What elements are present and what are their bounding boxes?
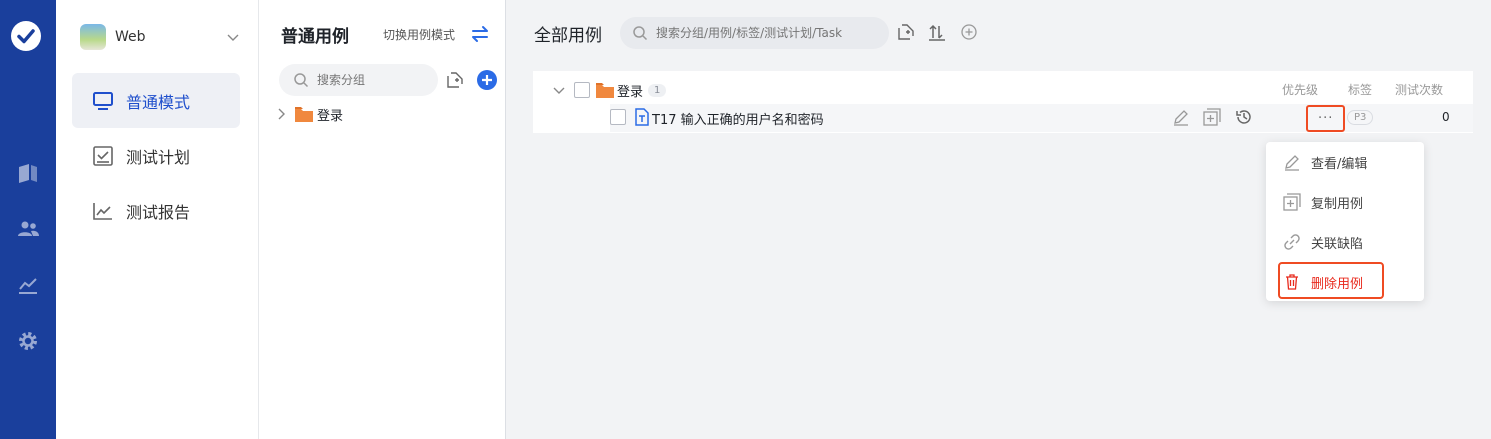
group-search-input[interactable] <box>317 73 427 87</box>
members-rail-icon[interactable] <box>16 217 40 241</box>
nav-item-test-plan[interactable]: 测试计划 <box>72 128 240 183</box>
search-icon <box>633 26 648 41</box>
checklist-icon <box>93 145 113 166</box>
trash-icon <box>1286 274 1298 290</box>
column-header-priority[interactable]: 优先级 <box>1282 81 1318 98</box>
nav-item-label: 测试计划 <box>126 147 191 167</box>
case-actions-menu: 查看/编辑 复制用例 关联缺陷 删除用例 <box>1266 142 1424 301</box>
nav-item-test-report[interactable]: 测试报告 <box>72 183 240 238</box>
case-search-input[interactable] <box>656 26 876 40</box>
more-dots-icon: ··· <box>1318 111 1334 126</box>
check-logo-icon <box>17 29 35 44</box>
project-avatar <box>80 24 106 50</box>
case-search-box[interactable] <box>620 17 889 49</box>
menu-item-delete-case[interactable]: 删除用例 <box>1266 264 1424 300</box>
folder-icon <box>596 82 614 98</box>
project-name: Web <box>115 29 146 45</box>
swap-icon[interactable] <box>470 24 490 44</box>
pencil-icon <box>1285 155 1299 171</box>
case-row[interactable]: T17 输入正确的用户名和密码 ··· P3 0 <box>610 104 1473 132</box>
menu-item-label: 复制用例 <box>1311 196 1364 212</box>
left-rail <box>0 0 56 439</box>
case-name[interactable]: T17 输入正确的用户名和密码 <box>652 109 824 128</box>
copy-icon <box>1283 193 1301 211</box>
reports-rail-icon[interactable] <box>16 273 40 297</box>
app-root: Web 普通模式 测试计划 测试报告 普通用例 切换用例模式 搜索分组 登录 全… <box>0 0 1491 439</box>
case-tree-panel: 普通用例 切换用例模式 登录 <box>259 0 506 439</box>
add-case-button[interactable] <box>477 70 497 90</box>
case-list-panel: 全部用例 优先级 标签 测试次数 登录 1 T17 输入正确的用户名和密码 <box>507 0 1491 439</box>
module-nav: Web 普通模式 测试计划 测试报告 <box>56 0 259 439</box>
chevron-right-icon[interactable] <box>277 107 287 121</box>
app-logo[interactable] <box>11 21 41 51</box>
menu-item-view-edit[interactable]: 查看/编辑 <box>1266 144 1424 180</box>
test-case-doc-icon <box>635 108 649 126</box>
menu-item-copy-case[interactable]: 复制用例 <box>1266 184 1424 220</box>
settings-rail-icon[interactable] <box>16 329 40 353</box>
project-selector[interactable]: Web <box>80 24 240 50</box>
folder-name: 登录 <box>617 84 644 100</box>
group-search-box[interactable] <box>279 64 438 96</box>
history-icon[interactable] <box>1235 108 1253 126</box>
add-folder-icon[interactable] <box>446 71 464 89</box>
add-folder-icon[interactable] <box>897 23 915 41</box>
run-count: 0 <box>1442 110 1450 124</box>
add-circle-icon[interactable] <box>960 23 978 41</box>
column-header-tags[interactable]: 标签 <box>1348 81 1372 98</box>
folder-icon <box>295 106 313 122</box>
chevron-down-icon <box>227 34 239 41</box>
monitor-icon <box>93 91 113 110</box>
switch-case-mode-link[interactable]: 切换用例模式 <box>383 26 455 43</box>
nav-item-label: 测试报告 <box>126 202 191 222</box>
case-checkbox[interactable] <box>610 109 626 125</box>
trend-chart-icon <box>93 202 112 220</box>
tree-folder-label: 登录 <box>317 108 344 124</box>
more-actions-button[interactable]: ··· <box>1306 105 1345 132</box>
import-export-icon[interactable] <box>928 23 946 41</box>
menu-item-label: 查看/编辑 <box>1311 156 1368 172</box>
search-icon <box>294 73 309 88</box>
copy-icon[interactable] <box>1203 108 1221 126</box>
menu-item-label: 关联缺陷 <box>1311 236 1364 252</box>
link-icon <box>1284 234 1300 250</box>
plus-icon <box>482 75 492 85</box>
main-title: 全部用例 <box>534 26 602 46</box>
folder-row[interactable]: 登录 1 <box>553 80 667 100</box>
chevron-down-icon[interactable] <box>553 84 565 96</box>
case-table: 优先级 标签 测试次数 登录 1 T17 输入正确的用户名和密码 ··· P3 … <box>533 71 1473 133</box>
cases-rail-icon[interactable] <box>16 161 40 185</box>
nav-item-label: 普通模式 <box>126 92 191 112</box>
nav-item-normal-mode[interactable]: 普通模式 <box>72 73 240 128</box>
menu-item-link-defect[interactable]: 关联缺陷 <box>1266 224 1424 260</box>
folder-count-badge: 1 <box>648 83 667 97</box>
folder-checkbox[interactable] <box>574 82 590 98</box>
tree-folder-node[interactable]: 登录 <box>277 103 343 125</box>
priority-badge: P3 <box>1347 110 1374 125</box>
column-header-runs[interactable]: 测试次数 <box>1395 81 1443 98</box>
tree-title: 普通用例 <box>281 27 349 47</box>
edit-pencil-icon[interactable] <box>1172 108 1190 126</box>
menu-item-label: 删除用例 <box>1311 276 1364 292</box>
